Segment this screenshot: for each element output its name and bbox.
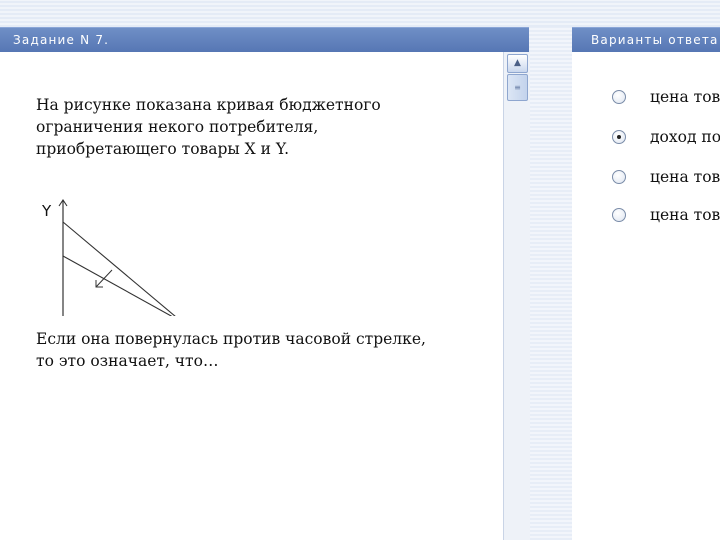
task-header: Задание N 7. — [0, 27, 529, 52]
vertical-scrollbar[interactable]: ▲ ≡ — [503, 52, 530, 540]
answer-option-1[interactable]: цена товара — [612, 85, 720, 109]
budget-line-graph: Y X — [41, 199, 176, 316]
radio-button-3[interactable] — [612, 170, 626, 184]
top-background-strip — [0, 0, 720, 27]
radio-button-1[interactable] — [612, 90, 626, 104]
rotation-arrow — [95, 269, 113, 288]
answer-option-label: доход по — [650, 128, 720, 146]
answer-option-label: цена товара — [650, 168, 720, 186]
answer-option-3[interactable]: цена товара — [612, 165, 720, 189]
y-axis-label: Y — [41, 202, 52, 220]
scroll-up-button[interactable]: ▲ — [507, 54, 528, 73]
answer-option-label: цена товара — [650, 206, 720, 224]
answer-option-2[interactable]: доход по — [612, 125, 720, 149]
radio-button-2[interactable] — [612, 130, 626, 144]
answers-panel: Варианты ответа: цена товара доход по це… — [572, 27, 720, 540]
answer-option-4[interactable]: цена товара — [612, 203, 720, 227]
question-text-condition: Если она повернулась против часовой стре… — [36, 330, 426, 370]
budget-line-new — [62, 221, 176, 316]
page: Задание N 7. ▲ ≡ На рисунке показана кри… — [0, 0, 720, 540]
grip-icon: ≡ — [514, 83, 521, 92]
triangle-up-icon: ▲ — [514, 58, 521, 68]
radio-button-4[interactable] — [612, 208, 626, 222]
question-text-intro: На рисунке показана кривая бюджетного ог… — [36, 96, 381, 158]
answers-header: Варианты ответа: — [572, 27, 720, 52]
scroll-thumb[interactable]: ≡ — [507, 74, 528, 101]
answer-option-label: цена товара — [650, 88, 720, 106]
